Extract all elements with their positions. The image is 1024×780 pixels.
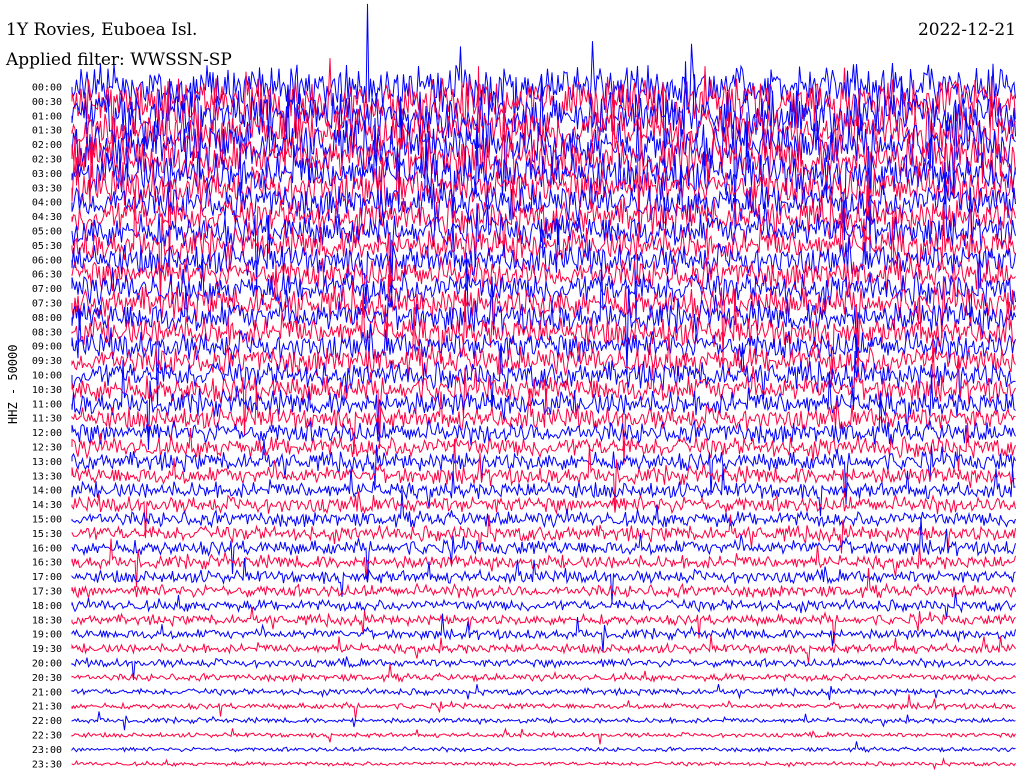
time-tick-label: 14:00 <box>32 486 62 497</box>
time-tick-label: 16:30 <box>32 558 62 569</box>
time-tick-label: 18:00 <box>32 601 62 612</box>
time-tick-label: 08:00 <box>32 313 62 324</box>
seismogram-chart: 00:00 00:30 01:00 01:30 02:00 02:30 03:00 03:30… <box>32 3 1016 771</box>
time-tick-label: 12:00 <box>32 428 62 439</box>
time-tick-label: 20:30 <box>32 673 62 684</box>
time-tick-label: 10:00 <box>32 371 62 382</box>
time-tick-label: 19:00 <box>32 630 62 641</box>
trace-row <box>71 568 1016 599</box>
time-tick-label: 16:00 <box>32 543 62 554</box>
trace-row <box>71 491 1016 539</box>
trace-row <box>71 538 1016 588</box>
time-tick-label: 00:30 <box>32 97 62 108</box>
applied-filter-label: Applied filter: WWSSN-SP <box>6 50 232 70</box>
time-tick-label: 09:30 <box>32 356 62 367</box>
time-tick-label: 11:30 <box>32 414 62 425</box>
time-tick-label: 15:00 <box>32 515 62 526</box>
time-tick-label: 19:30 <box>32 644 62 655</box>
time-tick-label: 03:30 <box>32 183 62 194</box>
time-tick-label: 11:00 <box>32 399 62 410</box>
time-tick-label: 23:30 <box>32 759 62 770</box>
time-tick-label: 21:30 <box>32 702 62 713</box>
time-tick-label: 05:30 <box>32 241 62 252</box>
time-tick-label: 12:30 <box>32 443 62 454</box>
time-tick-label: 04:00 <box>32 198 62 209</box>
trace-row <box>71 656 1016 680</box>
trace-row <box>71 385 1016 465</box>
time-tick-label: 06:30 <box>32 270 62 281</box>
time-tick-label: 15:30 <box>32 529 62 540</box>
time-tick-label: 02:00 <box>32 140 62 151</box>
time-tick-label: 07:00 <box>32 284 62 295</box>
time-tick-label: 09:00 <box>32 342 62 353</box>
time-tick-label: 10:30 <box>32 385 62 396</box>
time-tick-label: 08:30 <box>32 327 62 338</box>
time-tick-label: 21:00 <box>32 687 62 698</box>
time-tick-label: 18:30 <box>32 615 62 626</box>
seismogram-traces <box>71 3 1016 771</box>
trace-row <box>71 727 1016 745</box>
time-tick-label: 20:00 <box>32 659 62 670</box>
trace-row <box>71 694 1016 720</box>
time-tick-label: 13:30 <box>32 471 62 482</box>
trace-row <box>71 741 1016 754</box>
time-tick-label: 07:30 <box>32 299 62 310</box>
time-tick-label: 01:00 <box>32 111 62 122</box>
trace-row <box>71 757 1016 771</box>
time-tick-labels: 00:00 00:30 01:00 01:30 02:00 02:30 03:00 03:30… <box>32 83 62 771</box>
trace-row <box>71 711 1016 731</box>
trace-row <box>71 607 1016 644</box>
time-tick-label: 22:00 <box>32 716 62 727</box>
time-tick-label: 01:30 <box>32 126 62 137</box>
trace-row <box>71 422 1016 472</box>
time-tick-label: 13:00 <box>32 457 62 468</box>
time-tick-label: 14:30 <box>32 500 62 511</box>
time-tick-label: 22:30 <box>32 731 62 742</box>
trace-row <box>71 591 1016 619</box>
time-tick-label: 06:00 <box>32 255 62 266</box>
trace-row <box>71 635 1016 664</box>
time-tick-label: 17:30 <box>32 587 62 598</box>
time-tick-label: 02:30 <box>32 155 62 166</box>
time-tick-label: 00:00 <box>32 83 62 94</box>
trace-row <box>71 342 1016 410</box>
time-tick-label: 23:00 <box>32 745 62 756</box>
time-tick-label: 05:00 <box>32 227 62 238</box>
time-tick-label: 04:30 <box>32 212 62 223</box>
trace-row <box>71 517 1016 582</box>
time-tick-label: 17:00 <box>32 572 62 583</box>
time-tick-label: 03:00 <box>32 169 62 180</box>
trace-row <box>71 683 1016 701</box>
trace-row <box>71 514 1016 554</box>
